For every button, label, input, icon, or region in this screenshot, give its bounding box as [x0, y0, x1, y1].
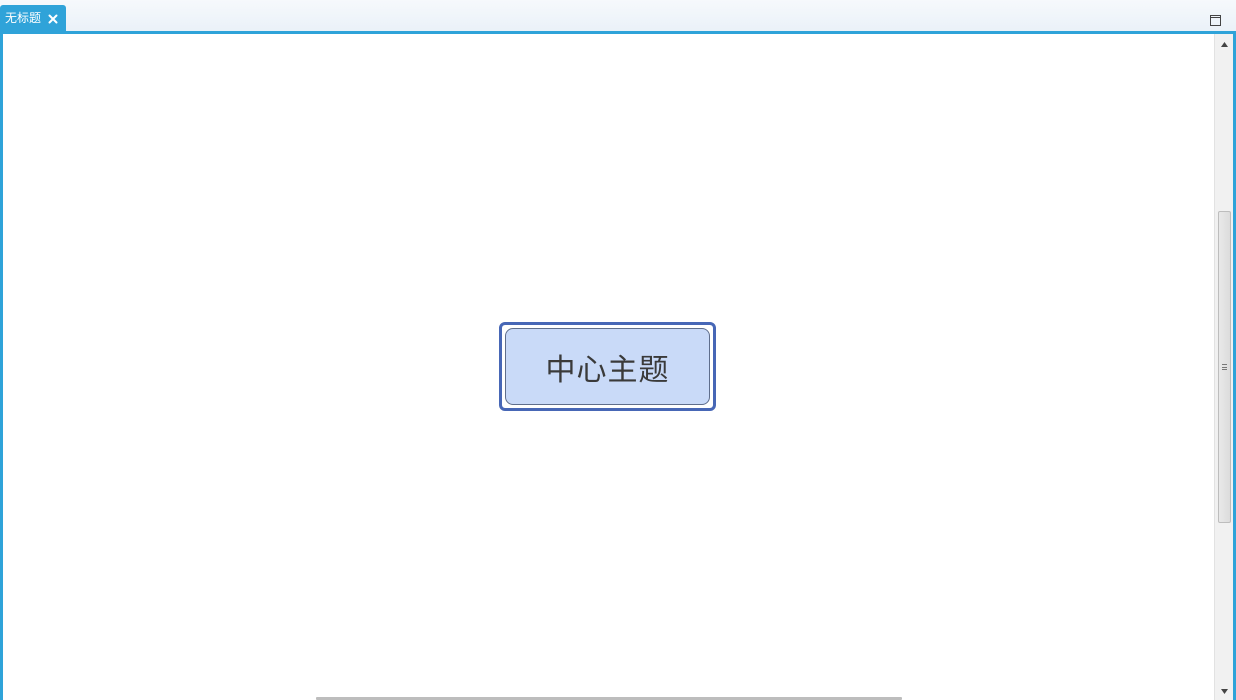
vertical-scrollbar[interactable] [1214, 34, 1233, 700]
vertical-scrollbar-thumb[interactable] [1218, 211, 1231, 523]
close-icon[interactable] [47, 13, 59, 25]
tab-untitled[interactable]: 无标题 [0, 5, 66, 32]
grip-icon [1222, 364, 1227, 370]
editor-frame: 中心主题 [0, 31, 1236, 700]
scroll-down-arrow-icon[interactable] [1215, 683, 1233, 700]
tab-label: 无标题 [5, 11, 42, 25]
tab-bar: 无标题 [0, 0, 1236, 32]
central-topic-body: 中心主题 [505, 328, 710, 405]
maximize-icon[interactable] [1210, 11, 1221, 26]
central-topic-text: 中心主题 [545, 352, 670, 388]
scroll-up-arrow-icon[interactable] [1215, 36, 1233, 53]
mindmap-canvas[interactable]: 中心主题 [3, 34, 1214, 700]
central-topic[interactable]: 中心主题 [499, 322, 716, 411]
